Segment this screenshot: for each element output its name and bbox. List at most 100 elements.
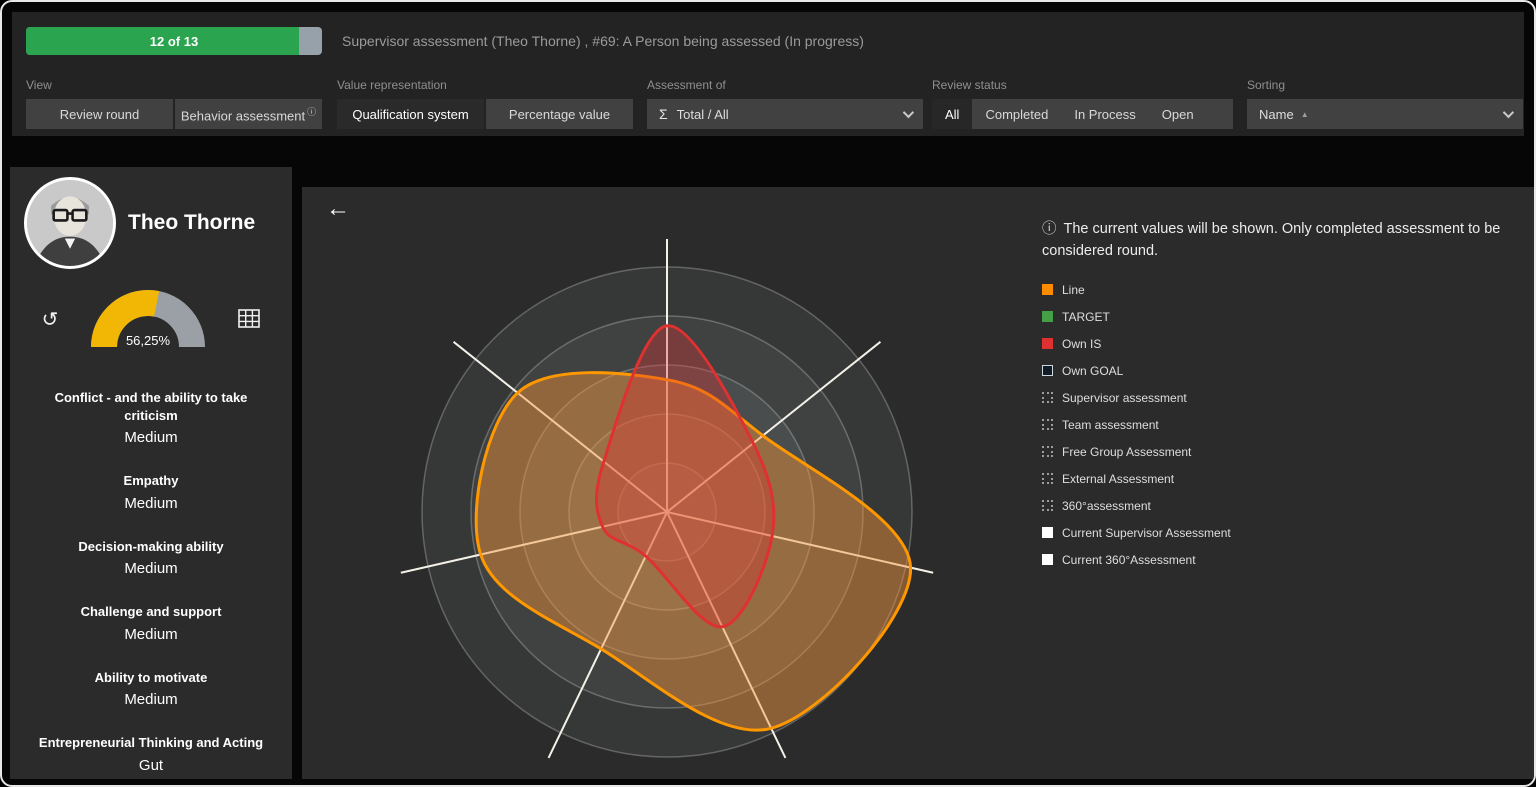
competency-value: Medium <box>10 495 292 512</box>
legend-label: Current 360°Assessment <box>1062 553 1196 567</box>
legend-label: Current Supervisor Assessment <box>1062 526 1231 540</box>
completion-gauge: 56,25% <box>86 287 210 353</box>
competency-name: Decision-making ability <box>35 538 267 556</box>
legend-label: Line <box>1062 283 1085 297</box>
assessment-of-value: Total / All <box>677 107 729 122</box>
chevron-down-icon <box>1503 107 1514 118</box>
table-view-button[interactable] <box>236 307 262 333</box>
behavior-assessment-button[interactable]: Behavior assessmentⓘ <box>175 99 322 129</box>
legend-item[interactable]: Team assessment <box>1042 418 1524 432</box>
legend-item[interactable]: External Assessment <box>1042 472 1524 486</box>
legend-info: ⓘThe current values will be shown. Only … <box>1042 219 1524 263</box>
value-representation-label: Value representation <box>337 78 633 92</box>
competency-list: Conflict - and the ability to take criti… <box>10 389 292 774</box>
legend-item[interactable]: 360°assessment <box>1042 499 1524 513</box>
legend-swatch-solid <box>1042 284 1053 295</box>
qualification-system-button[interactable]: Qualification system <box>337 99 484 129</box>
legend-swatch-dotted <box>1042 500 1053 511</box>
competency-item: Challenge and supportMedium <box>10 603 292 643</box>
legend-label: Team assessment <box>1062 418 1159 432</box>
competency-name: Entrepreneurial Thinking and Acting <box>35 734 267 752</box>
review-status-group: Review status All Completed In Process O… <box>932 78 1233 129</box>
legend-label: 360°assessment <box>1062 499 1151 513</box>
legend-item[interactable]: Free Group Assessment <box>1042 445 1524 459</box>
chevron-down-icon <box>903 107 914 118</box>
competency-value: Medium <box>10 626 292 643</box>
competency-value: Gut <box>10 757 292 774</box>
legend-list: Line TARGET Own IS Own GOAL Supervisor asses… <box>1042 283 1524 567</box>
sorting-select[interactable]: Name ▲ <box>1247 99 1523 129</box>
legend-swatch-dotted <box>1042 473 1053 484</box>
competency-item: Decision-making ability Medium <box>10 538 292 578</box>
topbar: 12 of 13 Supervisor assessment (Theo Tho… <box>12 12 1524 136</box>
competency-item: Entrepreneurial Thinking and Acting Gut <box>10 734 292 774</box>
legend-item[interactable]: Line <box>1042 283 1524 297</box>
page-title: Supervisor assessment (Theo Thorne) , #6… <box>342 33 864 49</box>
assessment-of-group: Assessment of Σ Total / All <box>647 78 923 129</box>
refresh-button[interactable]: ↺ <box>40 308 61 332</box>
competency-value: Medium <box>10 429 292 446</box>
legend-item[interactable]: Own GOAL <box>1042 364 1524 378</box>
legend-item[interactable]: Current Supervisor Assessment <box>1042 526 1524 540</box>
legend-swatch-solid <box>1042 527 1053 538</box>
legend-label: Free Group Assessment <box>1062 445 1191 459</box>
sort-ascending-icon: ▲ <box>1301 110 1309 119</box>
avatar <box>24 177 116 269</box>
legend-item[interactable]: Current 360°Assessment <box>1042 553 1524 567</box>
avatar-placeholder-image <box>27 180 113 266</box>
legend-swatch-solid <box>1042 554 1053 565</box>
competency-item: Empathy Medium <box>10 472 292 512</box>
sorting-value: Name <box>1259 107 1294 122</box>
value-representation-group: Value representation Qualification syste… <box>337 78 633 129</box>
percentage-value-button[interactable]: Percentage value <box>486 99 633 129</box>
assessment-progress-bar: 12 of 13 <box>26 27 322 55</box>
legend-item[interactable]: TARGET <box>1042 310 1524 324</box>
legend-label: Supervisor assessment <box>1062 391 1187 405</box>
legend-info-text: The current values will be shown. Only c… <box>1042 221 1500 259</box>
legend-label: Own GOAL <box>1062 364 1123 378</box>
gauge-percent-label: 56,25% <box>126 333 171 348</box>
legend-label: Own IS <box>1062 337 1101 351</box>
person-header: Theo Thorne <box>10 167 292 269</box>
legend-swatch-solid <box>1042 365 1053 376</box>
competency-name: Ability to motivate <box>35 669 267 687</box>
status-open-button[interactable]: Open <box>1149 99 1207 129</box>
back-button[interactable]: ← <box>326 195 350 223</box>
competency-name: Empathy <box>35 472 267 490</box>
view-label: View <box>26 78 322 92</box>
legend-swatch-solid <box>1042 311 1053 322</box>
info-icon: ⓘ <box>307 107 316 117</box>
legend-swatch-dotted <box>1042 419 1053 430</box>
legend-item[interactable]: Supervisor assessment <box>1042 391 1524 405</box>
legend-swatch-dotted <box>1042 392 1053 403</box>
sorting-group: Sorting Name ▲ <box>1247 78 1523 129</box>
table-icon <box>238 309 260 328</box>
view-toggle: Review round Behavior assessmentⓘ <box>26 99 322 129</box>
status-in-process-button[interactable]: In Process <box>1061 99 1148 129</box>
info-icon: ⓘ <box>1042 221 1057 237</box>
review-round-button[interactable]: Review round <box>26 99 173 129</box>
sorting-label: Sorting <box>1247 78 1523 92</box>
assessment-of-label: Assessment of <box>647 78 923 92</box>
legend-item[interactable]: Own IS <box>1042 337 1524 351</box>
topbar-title-row: 12 of 13 Supervisor assessment (Theo Tho… <box>26 27 1510 55</box>
competency-item: Conflict - and the ability to take criti… <box>10 389 292 446</box>
competency-value: Medium <box>10 691 292 708</box>
radar-series-own-is <box>596 326 773 627</box>
person-name: Theo Thorne <box>128 211 255 235</box>
competency-name: Conflict - and the ability to take criti… <box>35 389 267 424</box>
competency-item: Ability to motivate Medium <box>10 669 292 709</box>
assessment-of-select[interactable]: Σ Total / All <box>647 99 923 129</box>
status-completed-button[interactable]: Completed <box>972 99 1061 129</box>
status-all-button[interactable]: All <box>932 99 972 129</box>
legend-label: TARGET <box>1062 310 1110 324</box>
refresh-icon: ↺ <box>42 309 59 331</box>
competency-value: Medium <box>10 560 292 577</box>
legend-label: External Assessment <box>1062 472 1174 486</box>
review-status-label: Review status <box>932 78 1233 92</box>
radar-panel: ← ⓘThe current values will be shown. Onl… <box>302 187 1534 779</box>
review-status-filter: All Completed In Process Open <box>932 99 1233 129</box>
gauge-row: ↺ 56,25% <box>10 287 292 353</box>
behavior-assessment-label: Behavior assessment <box>181 108 305 123</box>
progress-label: 12 of 13 <box>26 27 322 55</box>
